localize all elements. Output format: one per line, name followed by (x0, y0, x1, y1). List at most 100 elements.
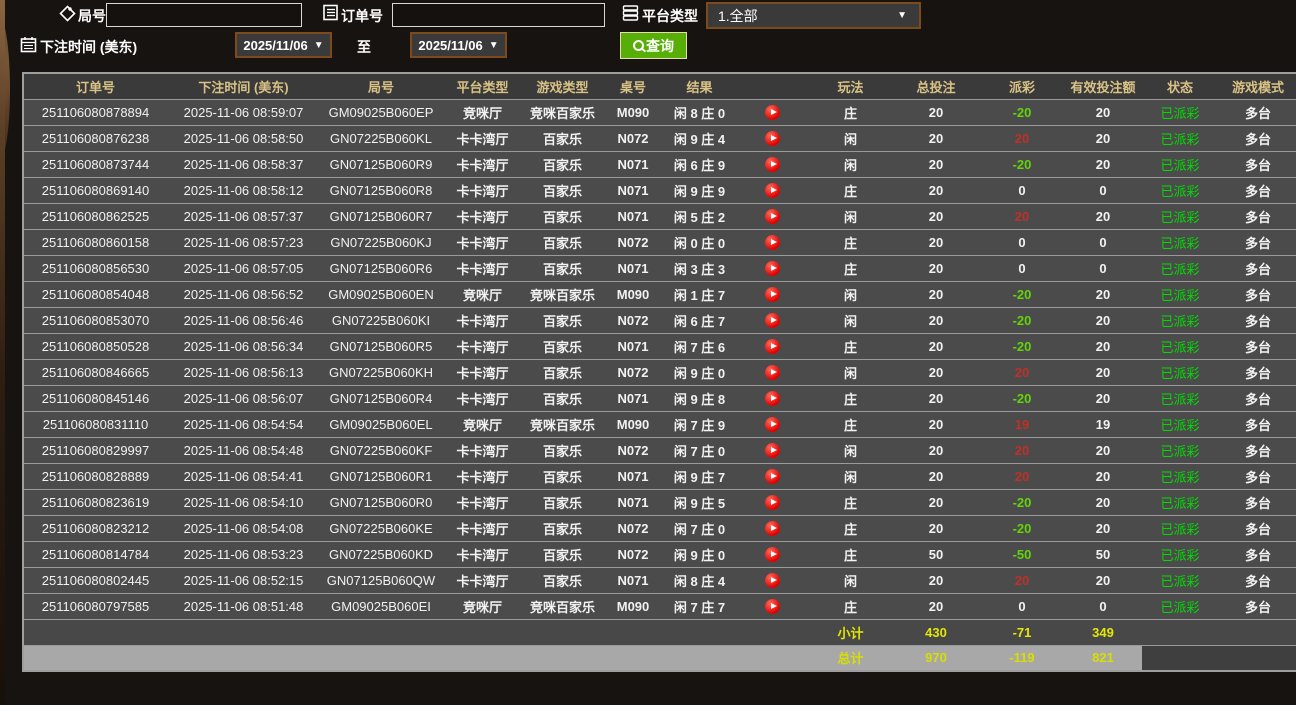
replay-play-icon[interactable] (764, 339, 780, 355)
cell-round: GN07125B060R9 (320, 151, 442, 178)
cell-status: 已派彩 (1142, 203, 1218, 230)
chevron-down-icon: ▼ (488, 39, 499, 51)
cell-play: 闲 (809, 125, 892, 152)
replay-play-icon[interactable] (764, 469, 780, 485)
cell-table: N071 (602, 567, 664, 594)
cell-hall: 卡卡湾厅 (442, 229, 523, 256)
cell-play: 庄 (809, 411, 892, 438)
grand-total-row-spacer (24, 645, 167, 670)
replay-play-icon[interactable] (764, 157, 780, 173)
replay-play-icon[interactable] (764, 599, 780, 615)
cell-play: 闲 (809, 307, 892, 334)
cell-game: 百家乐 (523, 229, 602, 256)
cell-result: 闲 7 庄 9 (664, 411, 735, 438)
table-row: 251106080797585 2025-11-06 08:51:48 GM0902… (24, 593, 1296, 620)
cell-bet: 20 (892, 437, 980, 464)
subtotal-row-spacer (24, 619, 167, 646)
replay-play-icon[interactable] (764, 313, 780, 329)
table-row: 251106080845146 2025-11-06 08:56:07 GN0712… (24, 385, 1296, 412)
cell-order: 251106080856530 (24, 255, 167, 282)
cell-play: 庄 (809, 255, 892, 282)
round-filter-label: 局号 (78, 8, 106, 24)
replay-play-icon[interactable] (764, 261, 780, 277)
cell-payout: -50 (980, 541, 1064, 568)
cell-replay (735, 177, 809, 204)
platform-list-icon (622, 4, 639, 21)
cell-replay (735, 151, 809, 178)
table-row: 251106080876238 2025-11-06 08:58:50 GN0722… (24, 125, 1296, 152)
cell-game: 百家乐 (523, 177, 602, 204)
replay-play-icon[interactable] (764, 547, 780, 563)
column-header-bet: 总投注 (892, 74, 980, 100)
cell-mode: 多台 (1218, 567, 1296, 594)
cell-bet: 20 (892, 411, 980, 438)
cell-game: 竞咪百家乐 (523, 281, 602, 308)
cell-mode: 多台 (1218, 255, 1296, 282)
cell-replay (735, 411, 809, 438)
replay-play-icon[interactable] (764, 235, 780, 251)
cell-time: 2025-11-06 08:57:05 (167, 255, 320, 282)
cell-table: N072 (602, 515, 664, 542)
date-from-select[interactable]: 2025/11/06 ▼ (235, 32, 332, 58)
query-button[interactable]: 查询 (620, 32, 687, 59)
cell-round: GN07125B060R4 (320, 385, 442, 412)
subtotal-row-spacer (442, 619, 523, 646)
replay-play-icon[interactable] (764, 131, 780, 147)
cell-payout: 20 (980, 567, 1064, 594)
date-to-select[interactable]: 2025/11/06 ▼ (410, 32, 507, 58)
replay-play-icon[interactable] (764, 521, 780, 537)
cell-play: 庄 (809, 541, 892, 568)
cell-mode: 多台 (1218, 541, 1296, 568)
cell-payout: 0 (980, 593, 1064, 620)
replay-play-icon[interactable] (764, 573, 780, 589)
cell-bet: 20 (892, 359, 980, 386)
cell-table: N071 (602, 151, 664, 178)
subtotal-row-spacer (664, 619, 735, 646)
platform-select[interactable]: 1.全部 ▼ (706, 2, 921, 29)
cell-order: 251106080853070 (24, 307, 167, 334)
cell-order: 251106080823619 (24, 489, 167, 516)
left-edge-border (0, 0, 5, 705)
cell-result: 闲 9 庄 0 (664, 541, 735, 568)
cell-game: 百家乐 (523, 255, 602, 282)
replay-play-icon[interactable] (764, 417, 780, 433)
cell-status: 已派彩 (1142, 515, 1218, 542)
replay-play-icon[interactable] (764, 365, 780, 381)
cell-game: 百家乐 (523, 489, 602, 516)
round-input[interactable] (106, 3, 302, 27)
column-header-round: 局号 (320, 74, 442, 100)
cell-table: N071 (602, 463, 664, 490)
replay-play-icon[interactable] (764, 495, 780, 511)
cell-hall: 卡卡湾厅 (442, 177, 523, 204)
cell-hall: 卡卡湾厅 (442, 307, 523, 334)
cell-payout: -20 (980, 307, 1064, 334)
cell-hall: 卡卡湾厅 (442, 385, 523, 412)
cell-round: GN07125B060R8 (320, 177, 442, 204)
filter-bar: 局号 订单号 平台类型 1.全部 ▼ 下注时间 (美东) 2025/11/06 … (0, 0, 1296, 66)
replay-play-icon[interactable] (764, 287, 780, 303)
cell-table: N072 (602, 541, 664, 568)
cell-valid: 20 (1064, 281, 1142, 308)
cell-replay (735, 437, 809, 464)
cell-game: 百家乐 (523, 203, 602, 230)
cell-order: 251106080873744 (24, 151, 167, 178)
cell-mode: 多台 (1218, 593, 1296, 620)
cell-mode: 多台 (1218, 385, 1296, 412)
replay-play-icon[interactable] (764, 105, 780, 121)
order-input[interactable] (392, 3, 605, 27)
replay-play-icon[interactable] (764, 209, 780, 225)
cell-table: N071 (602, 203, 664, 230)
cell-round: GN07225B060KD (320, 541, 442, 568)
table-row: 251106080873744 2025-11-06 08:58:37 GN0712… (24, 151, 1296, 178)
cell-round: GN07225B060KL (320, 125, 442, 152)
table-row: 251106080829997 2025-11-06 08:54:48 GN0722… (24, 437, 1296, 464)
cell-time: 2025-11-06 08:54:41 (167, 463, 320, 490)
replay-play-icon[interactable] (764, 183, 780, 199)
cell-valid: 20 (1064, 333, 1142, 360)
replay-play-icon[interactable] (764, 443, 780, 459)
subtotal-row-valid-bet: 349 (1064, 619, 1142, 646)
replay-play-icon[interactable] (764, 391, 780, 407)
cell-order: 251106080802445 (24, 567, 167, 594)
bet-records-table-wrap: 订单号 下注时间 (美东) 局号 平台类型 游戏类型 桌号 结果 玩法 总投注 派彩 有效投注额 状态… (22, 72, 1296, 672)
grand-total-row-spacer (1218, 645, 1296, 670)
